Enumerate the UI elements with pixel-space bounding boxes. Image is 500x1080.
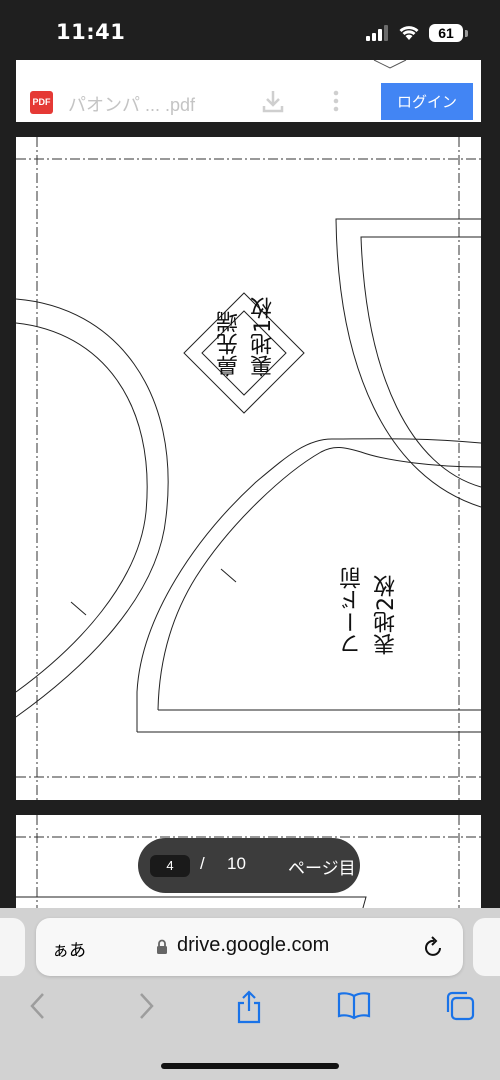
page-separator: / xyxy=(200,854,205,873)
more-icon[interactable] xyxy=(331,89,341,118)
page-settings-button[interactable]: ぁあ xyxy=(52,936,86,961)
hood-front-label: フード前 xyxy=(340,567,365,655)
battery-icon: 61 xyxy=(429,24,463,42)
sewing-pattern-drawing xyxy=(16,137,481,800)
lock-icon xyxy=(156,939,168,960)
status-bar: 11:41 61 xyxy=(0,0,500,62)
download-icon[interactable] xyxy=(262,89,284,118)
address-bar[interactable]: ぁあ drive.google.com xyxy=(36,918,463,976)
pattern-label-nose: 鼻先端 裏地1枚 xyxy=(213,297,281,377)
hood-front-count-label: 表地2枚 xyxy=(374,575,399,655)
nose-tip-label: 鼻先端 xyxy=(217,311,242,377)
back-icon[interactable] xyxy=(28,990,48,1027)
pattern-label-hood-front: フード前 表地2枚 xyxy=(336,567,404,655)
address-url[interactable]: drive.google.com xyxy=(177,934,329,957)
pattern-fragment-top xyxy=(373,60,407,69)
current-page-field[interactable]: 4 xyxy=(150,855,190,877)
home-indicator xyxy=(161,1063,339,1069)
pdf-header: PDF パオンパ ... .pdf ログイン xyxy=(16,60,481,122)
bookmarks-icon[interactable] xyxy=(337,990,371,1025)
previous-tab-peek[interactable] xyxy=(0,918,25,976)
share-icon[interactable] xyxy=(235,990,263,1029)
battery-nub xyxy=(465,30,468,37)
nose-tip-count-label: 裏地1枚 xyxy=(251,297,276,377)
signal-icon xyxy=(366,25,388,46)
login-button[interactable]: ログイン xyxy=(381,83,473,120)
page-menu-label: ページ目 xyxy=(288,859,356,878)
status-time: 11:41 xyxy=(56,20,126,44)
pdf-file-icon: PDF xyxy=(30,91,53,114)
pdf-page: 鼻先端 裏地1枚 フード前 表地2枚 xyxy=(16,137,481,800)
tabs-icon[interactable] xyxy=(444,990,476,1027)
reload-icon[interactable] xyxy=(423,935,445,964)
total-pages: 10 xyxy=(227,854,246,873)
wifi-icon xyxy=(398,23,420,46)
pdf-file-name: パオンパ ... .pdf xyxy=(68,95,196,115)
page-indicator[interactable]: 4 / 10 ページ目 xyxy=(138,838,360,893)
forward-icon[interactable] xyxy=(136,990,156,1027)
next-tab-peek[interactable] xyxy=(473,918,500,976)
